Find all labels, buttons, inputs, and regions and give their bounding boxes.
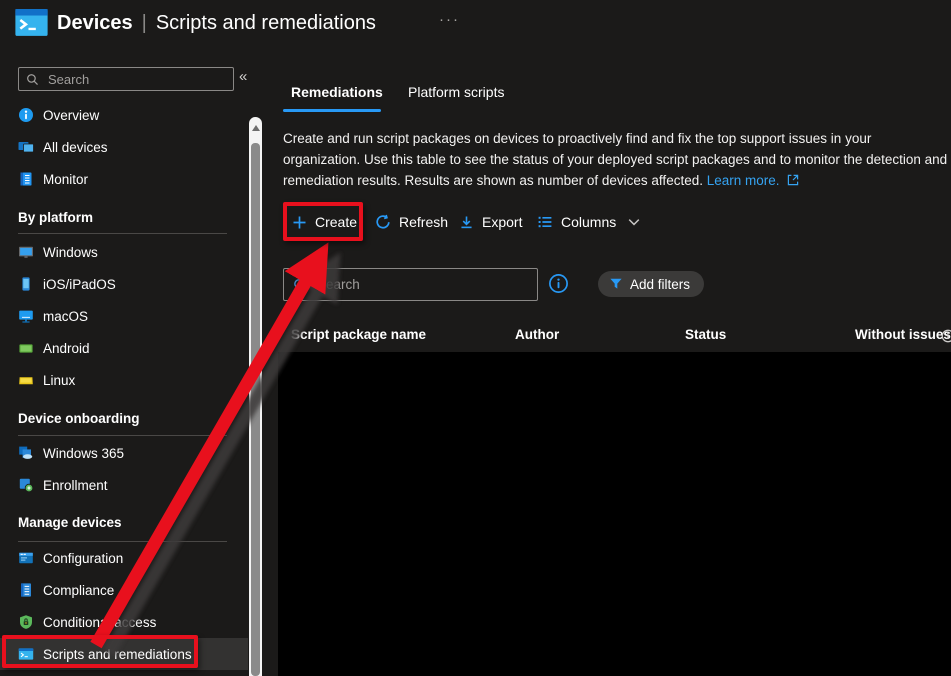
column-header-script-package-name[interactable]: Script package name: [291, 327, 426, 342]
shield-lock-icon: [18, 614, 34, 630]
add-filters-label: Add filters: [630, 277, 690, 292]
page-title-section: Scripts and remediations: [156, 12, 376, 34]
title-separator: |: [142, 12, 147, 34]
columns-button-label: Columns: [561, 214, 616, 230]
sidebar-item-linux[interactable]: Linux: [0, 364, 248, 396]
tab-platform-scripts[interactable]: Platform scripts: [408, 84, 504, 100]
sidebar-section-manage-devices: Manage devices: [18, 515, 122, 530]
sidebar-scrollbar[interactable]: [249, 117, 262, 676]
table-search-box[interactable]: [283, 268, 538, 301]
sidebar-item-scripts-and-remediations[interactable]: Scripts and remediations: [0, 638, 248, 670]
divider: [18, 435, 227, 436]
chevron-down-icon: [628, 218, 640, 227]
sidebar-item-label: Conditional access: [43, 615, 156, 630]
divider: [18, 233, 227, 234]
info-circle-icon[interactable]: [548, 273, 569, 294]
scrollbar-thumb[interactable]: [251, 143, 260, 676]
sidebar-item-label: Linux: [43, 373, 75, 388]
sidebar-section-device-onboarding: Device onboarding: [18, 411, 140, 426]
sidebar-item-label: Enrollment: [43, 478, 108, 493]
refresh-button-label: Refresh: [399, 214, 448, 230]
export-button[interactable]: Export: [459, 205, 522, 239]
app-terminal-icon: [14, 8, 49, 37]
sidebar-item-label: Configuration: [43, 551, 123, 566]
filter-icon: [609, 277, 623, 291]
sidebar-item-windows-365[interactable]: Windows 365: [0, 437, 248, 469]
description-text: Create and run script packages on device…: [283, 131, 947, 188]
learn-more-link[interactable]: Learn more.: [707, 173, 780, 188]
sidebar-item-android[interactable]: Android: [0, 332, 248, 364]
sidebar-item-monitor[interactable]: Monitor: [0, 163, 248, 195]
page-description: Create and run script packages on device…: [283, 128, 951, 191]
sidebar-item-label: iOS/iPadOS: [43, 277, 116, 292]
linux-icon: [18, 372, 34, 388]
tab-remediations[interactable]: Remediations: [291, 84, 383, 100]
plus-icon: [292, 215, 307, 230]
terminal-icon: [18, 646, 34, 662]
info-icon: [18, 107, 34, 123]
sidebar-search-input[interactable]: [46, 71, 233, 88]
add-filters-button[interactable]: Add filters: [598, 271, 704, 297]
sidebar-search-box[interactable]: [18, 67, 234, 91]
sidebar-section-by-platform: By platform: [18, 210, 93, 225]
column-header-without-issues[interactable]: Without issues: [855, 327, 951, 342]
create-button-label: Create: [315, 214, 357, 230]
devices-icon: [18, 139, 34, 155]
sidebar-item-ios-ipados[interactable]: iOS/iPadOS: [0, 268, 248, 300]
search-icon: [26, 73, 39, 86]
sidebar-item-compliance[interactable]: Compliance: [0, 574, 248, 606]
refresh-button[interactable]: Refresh: [375, 205, 448, 239]
sidebar-item-overview[interactable]: Overview: [0, 99, 248, 131]
display-icon: [18, 308, 34, 324]
scrollbar-up-arrow-icon[interactable]: [252, 125, 260, 131]
search-icon: [293, 278, 307, 292]
sidebar-item-all-devices[interactable]: All devices: [0, 131, 248, 163]
sidebar-collapse-icon[interactable]: «: [239, 68, 247, 85]
sidebar-item-label: Compliance: [43, 583, 114, 598]
column-header-status[interactable]: Status: [685, 327, 726, 342]
sidebar-item-windows[interactable]: Windows: [0, 236, 248, 268]
sidebar-item-label: All devices: [43, 140, 108, 155]
windows365-icon: [18, 445, 34, 461]
enrollment-icon: [18, 477, 34, 493]
export-button-label: Export: [482, 214, 522, 230]
table-search-input[interactable]: [315, 276, 537, 293]
external-link-icon: [787, 174, 799, 186]
columns-icon: [537, 214, 553, 230]
sidebar-item-enrollment[interactable]: Enrollment: [0, 469, 248, 501]
table-body-empty-area: [278, 352, 951, 676]
windows-icon: [18, 244, 34, 260]
configuration-icon: [18, 550, 34, 566]
column-info-icon[interactable]: [941, 329, 951, 348]
sidebar-item-label: Overview: [43, 108, 99, 123]
sidebar-item-macos[interactable]: macOS: [0, 300, 248, 332]
more-menu-icon[interactable]: ···: [439, 11, 460, 28]
sidebar-item-conditional-access[interactable]: Conditional access: [0, 606, 248, 638]
sidebar-item-configuration[interactable]: Configuration: [0, 542, 248, 574]
refresh-icon: [375, 214, 391, 230]
phone-icon: [18, 276, 34, 292]
notebook-icon: [18, 171, 34, 187]
sidebar-item-label: Windows 365: [43, 446, 124, 461]
sidebar-item-label: Windows: [43, 245, 98, 260]
page-title: Devices | Scripts and remediations: [57, 12, 376, 35]
sidebar-item-label: Scripts and remediations: [43, 647, 192, 662]
active-tab-underline: [283, 109, 381, 112]
compliance-icon: [18, 582, 34, 598]
sidebar-item-label: Monitor: [43, 172, 88, 187]
android-icon: [18, 340, 34, 356]
create-button[interactable]: Create: [292, 205, 357, 239]
page-title-blade: Devices: [57, 12, 133, 34]
download-icon: [459, 215, 474, 230]
column-header-author[interactable]: Author: [515, 327, 559, 342]
sidebar-item-label: Android: [43, 341, 90, 356]
sidebar-item-label: macOS: [43, 309, 88, 324]
columns-button[interactable]: Columns: [537, 205, 640, 239]
